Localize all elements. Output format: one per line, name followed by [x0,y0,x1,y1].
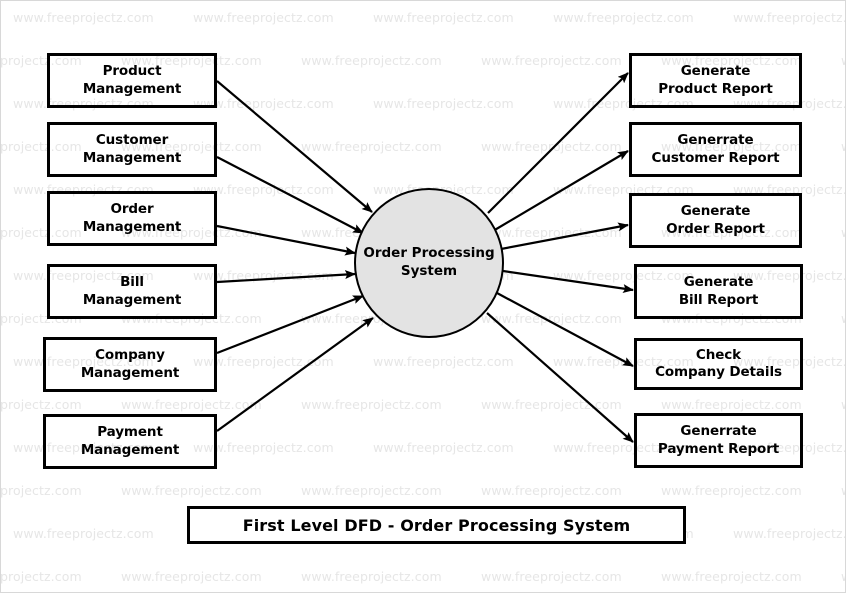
entity-product-management[interactable]: Product Management [47,53,217,108]
entity-order-management[interactable]: Order Management [47,191,217,246]
process-order-processing-system[interactable]: Order Processing System [354,188,504,338]
entity-label: Customer Management [82,132,182,166]
entity-bill-management[interactable]: Bill Management [47,264,217,319]
entity-generate-product-report[interactable]: Generate Product Report [629,53,802,108]
entity-label: Generrate Customer Report [651,132,780,166]
entity-company-management[interactable]: Company Management [43,337,217,392]
entity-label: Order Management [82,201,182,235]
entity-label: Generrate Payment Report [657,423,780,457]
entity-label: Company Management [80,347,180,381]
entity-payment-management[interactable]: Payment Management [43,414,217,469]
entity-label: Generate Product Report [658,63,773,97]
diagram-layer: Product Management Customer Management O… [1,1,845,592]
dfd-page: www.freeprojectz.com www.freeprojectz.com… [0,0,846,593]
entity-label: Generate Bill Report [678,274,759,308]
entity-check-company-details[interactable]: Check Company Details [634,338,803,390]
entity-label: Product Management [82,63,182,97]
entity-label: Generate Order Report [666,203,765,237]
entity-label: Payment Management [80,424,180,458]
entity-generate-payment-report[interactable]: Generrate Payment Report [634,413,803,468]
diagram-title-box: First Level DFD - Order Processing Syste… [187,506,686,544]
entity-generate-customer-report[interactable]: Generrate Customer Report [629,122,802,177]
entity-generate-order-report[interactable]: Generate Order Report [629,193,802,248]
process-label: Order Processing System [363,245,495,279]
entity-label: Check Company Details [655,346,782,380]
diagram-title: First Level DFD - Order Processing Syste… [242,515,631,535]
entity-label: Bill Management [82,274,182,308]
entity-customer-management[interactable]: Customer Management [47,122,217,177]
entity-generate-bill-report[interactable]: Generate Bill Report [634,264,803,319]
